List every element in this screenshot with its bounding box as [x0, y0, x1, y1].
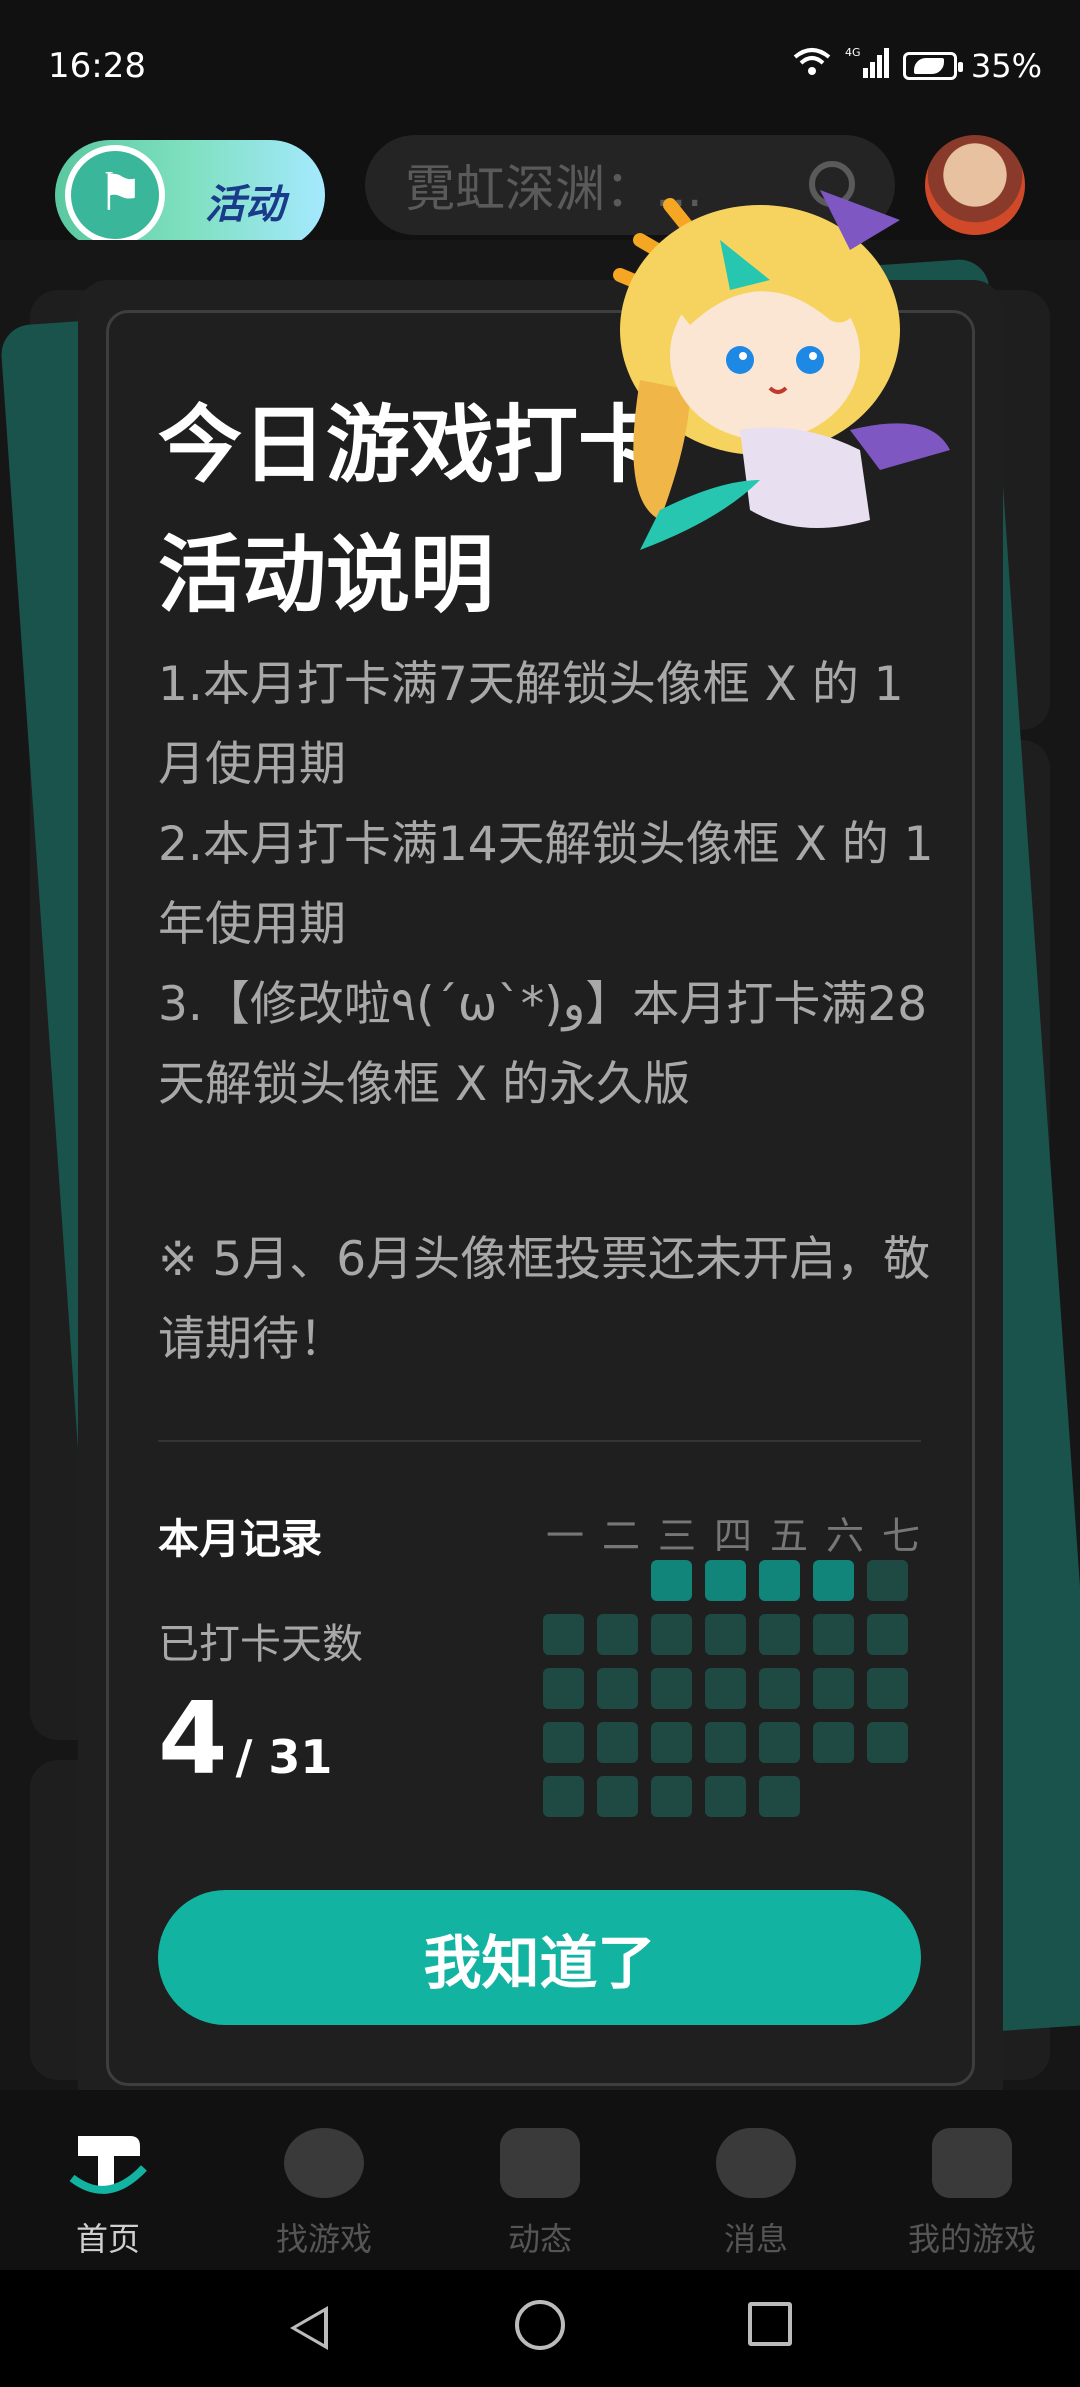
nav-item-messages[interactable]: 消息 [648, 2090, 864, 2270]
rule-item: 1.本月打卡满7天解锁头像框 X 的 1 月使用期 [158, 657, 919, 792]
nav-item-home[interactable]: 首页 [0, 2090, 216, 2270]
calendar-day [705, 1722, 746, 1763]
nav-label: 消息 [723, 2220, 788, 2258]
confirm-button[interactable]: 我知道了 [158, 1890, 921, 2025]
gamepad-icon [932, 2128, 1012, 2198]
network-type: 4G [845, 46, 861, 59]
calendar-day-checked [705, 1560, 746, 1601]
system-nav-bar [0, 2270, 1080, 2387]
calendar-day [813, 1614, 854, 1655]
rules-list: 1.本月打卡满7天解锁头像框 X 的 1 月使用期 2.本月打卡满14天解锁头像… [158, 645, 938, 1125]
status-icons: 4G 35% [793, 46, 1042, 86]
rule-item: 3.【修改啦٩(ˊωˋ*)و】本月打卡满28天解锁头像框 X 的永久版 [158, 977, 928, 1112]
calendar-day [759, 1722, 800, 1763]
nav-label: 动态 [507, 2220, 572, 2258]
record-title: 本月记录 [158, 1515, 322, 1563]
calendar-blank [597, 1560, 638, 1601]
calendar-day [867, 1668, 908, 1709]
calendar-day [597, 1722, 638, 1763]
screen: 16:28 4G 35% 活动 霓虹深渊：... [0, 0, 1080, 2387]
nav-label: 找游戏 [275, 2220, 372, 2258]
checkin-calendar [543, 1560, 923, 1817]
divider [158, 1440, 921, 1442]
checked-count: 4 [158, 1680, 228, 1797]
calendar-day [867, 1614, 908, 1655]
weekday-label: 三 [657, 1514, 696, 1558]
calendar-day [651, 1722, 692, 1763]
calendar-day [543, 1722, 584, 1763]
weekday-label: 六 [825, 1514, 864, 1558]
calendar-day [651, 1776, 692, 1817]
wifi-icon [793, 47, 831, 85]
back-icon[interactable] [290, 2306, 328, 2350]
calendar-day [543, 1776, 584, 1817]
activity-badge-label: 活动 [205, 182, 285, 228]
mascot-illustration [613, 190, 950, 550]
nav-label: 我的游戏 [907, 2220, 1036, 2258]
checked-days-count: 4/ 31 [158, 1680, 332, 1797]
dialog-title-line1: 今日游戏打卡 [158, 396, 663, 494]
recent-apps-icon[interactable] [748, 2302, 792, 2346]
message-icon [716, 2128, 796, 2198]
signal-icon: 4G [845, 46, 889, 86]
calendar-day [597, 1776, 638, 1817]
nav-item-my-games[interactable]: 我的游戏 [864, 2090, 1080, 2270]
checked-days-label: 已打卡天数 [158, 1620, 363, 1668]
calendar-day [597, 1668, 638, 1709]
planet-logo-icon [65, 145, 165, 245]
planet-icon [284, 2128, 364, 2198]
weekday-label: 七 [881, 1514, 920, 1558]
status-bar: 16:28 4G 35% [0, 0, 1080, 130]
calendar-day [759, 1776, 800, 1817]
calendar-day [651, 1668, 692, 1709]
weekday-label: 一 [545, 1514, 584, 1558]
weekday-label: 二 [601, 1514, 640, 1558]
calendar-day-checked [759, 1560, 800, 1601]
calendar-day [759, 1668, 800, 1709]
total-days: / 31 [235, 1730, 333, 1784]
calendar-day [597, 1614, 638, 1655]
calendar-day [705, 1614, 746, 1655]
calendar-day-checked [813, 1560, 854, 1601]
nav-item-feed[interactable]: 动态 [432, 2090, 648, 2270]
calendar-day [867, 1722, 908, 1763]
weekday-label: 五 [769, 1514, 808, 1558]
battery-level: 35% [970, 47, 1042, 85]
calendar-day [543, 1668, 584, 1709]
calendar-blank [543, 1560, 584, 1601]
calendar-day [813, 1668, 854, 1709]
weekday-header: 一 二 三 四 五 六 七 [543, 1505, 923, 1560]
calendar-day [651, 1614, 692, 1655]
nav-item-find-games[interactable]: 找游戏 [216, 2090, 432, 2270]
home-icon [68, 2128, 148, 2198]
calendar-day [705, 1776, 746, 1817]
status-time: 16:28 [48, 46, 146, 86]
home-circle-icon[interactable] [515, 2300, 565, 2350]
calendar-day [705, 1668, 746, 1709]
weekday-label: 四 [713, 1514, 752, 1558]
vote-note: ※ 5月、6月头像框投票还未开启，敬请期待！ [158, 1232, 931, 1367]
battery-icon [902, 52, 963, 80]
dialog-title-line2: 活动说明 [158, 526, 495, 624]
nav-label: 首页 [75, 2220, 140, 2258]
calendar-day [543, 1614, 584, 1655]
dialog-title: 今日游戏打卡 活动说明 [158, 380, 662, 640]
bottom-nav: 首页 找游戏 动态 消息 我的游戏 [0, 2090, 1080, 2270]
feed-icon [500, 2128, 580, 2198]
rule-item: 2.本月打卡满14天解锁头像框 X 的 1 年使用期 [158, 817, 949, 952]
calendar-day [867, 1560, 908, 1601]
activity-badge[interactable]: 活动 [55, 140, 325, 250]
calendar-day [759, 1614, 800, 1655]
calendar-day [813, 1722, 854, 1763]
calendar-day-checked [651, 1560, 692, 1601]
